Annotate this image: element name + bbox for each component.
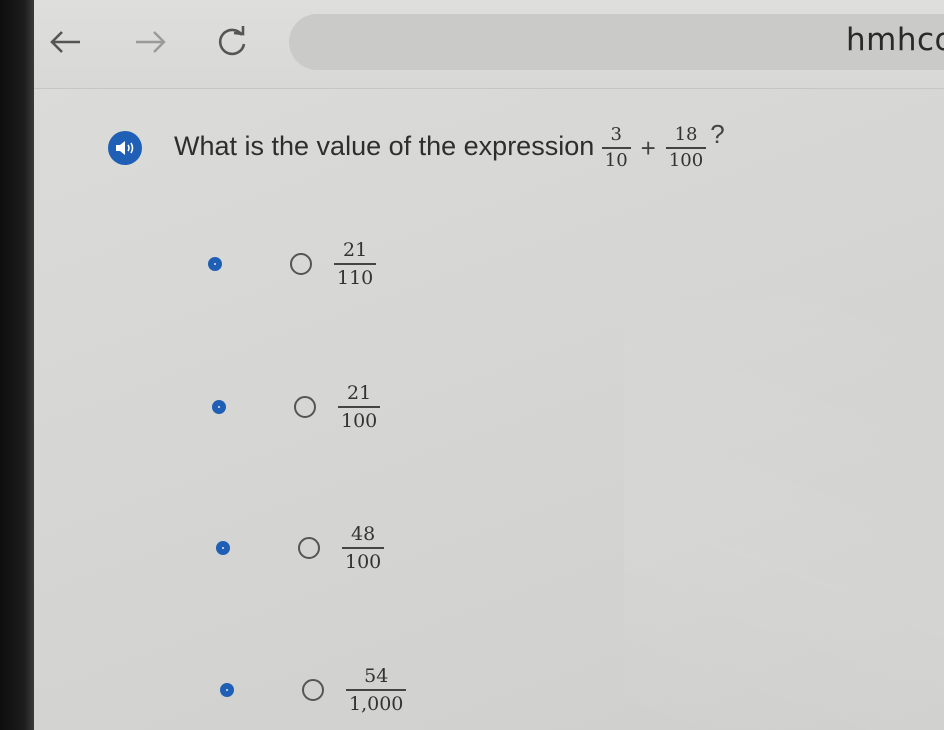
question-fraction-2: 18 100: [665, 124, 707, 171]
fraction-numerator: 21: [343, 239, 368, 262]
screen: hmhco. What is the value of the expressi…: [34, 0, 944, 730]
forward-arrow-icon: [136, 31, 166, 53]
option-radio[interactable]: [298, 537, 320, 559]
fraction-denominator: 110: [337, 266, 374, 289]
screen-glare: [624, 300, 944, 730]
option-radio[interactable]: [290, 253, 312, 275]
option-fraction: 21 100: [338, 382, 381, 432]
option-radio[interactable]: [302, 679, 324, 701]
question-fraction-1: 3 10: [601, 124, 631, 171]
fraction-bar: [346, 689, 407, 691]
read-aloud-button[interactable]: [108, 131, 142, 165]
forward-button[interactable]: [130, 22, 170, 62]
option-fraction: 21 110: [334, 239, 377, 289]
fraction-numerator: 18: [674, 124, 698, 146]
back-button[interactable]: [46, 22, 86, 62]
answer-option-4[interactable]: 54 1,000: [220, 660, 407, 720]
answer-option-3[interactable]: 48 100: [216, 518, 385, 578]
url-text[interactable]: hmhco.: [846, 22, 944, 58]
question-mark: ?: [710, 119, 725, 150]
option-bullet-icon: [216, 541, 230, 555]
fraction-denominator: 10: [604, 149, 628, 171]
fraction-bar: [601, 147, 631, 149]
speaker-icon: [116, 141, 134, 155]
fraction-bar: [665, 147, 707, 149]
question-prefix: What is the value of the expression: [174, 131, 595, 162]
option-bullet-icon: [220, 683, 234, 697]
fraction-bar: [342, 547, 385, 549]
plus-operator: +: [640, 132, 656, 163]
fraction-numerator: 48: [351, 523, 376, 546]
answer-option-1[interactable]: 21 110: [208, 234, 377, 294]
fraction-denominator: 100: [668, 149, 704, 171]
option-fraction: 48 100: [342, 523, 385, 573]
fraction-denominator: 100: [341, 409, 378, 432]
fraction-bar: [334, 263, 377, 265]
option-fraction: 54 1,000: [346, 665, 407, 715]
fraction-numerator: 21: [347, 382, 372, 405]
option-bullet-icon: [208, 257, 222, 271]
device-bezel: [0, 0, 34, 730]
reload-icon: [218, 26, 246, 56]
back-arrow-icon: [50, 31, 80, 53]
fraction-numerator: 54: [364, 665, 389, 688]
fraction-denominator: 1,000: [349, 692, 404, 715]
fraction-numerator: 3: [610, 124, 622, 146]
option-bullet-icon: [212, 400, 226, 414]
answer-option-2[interactable]: 21 100: [212, 377, 381, 437]
option-radio[interactable]: [294, 396, 316, 418]
fraction-denominator: 100: [345, 550, 382, 573]
browser-toolbar: hmhco.: [34, 0, 944, 89]
question-row: What is the value of the expression 3 10…: [108, 118, 725, 178]
reload-button[interactable]: [212, 22, 252, 62]
fraction-bar: [338, 406, 381, 408]
question-text: What is the value of the expression 3 10…: [174, 119, 725, 171]
